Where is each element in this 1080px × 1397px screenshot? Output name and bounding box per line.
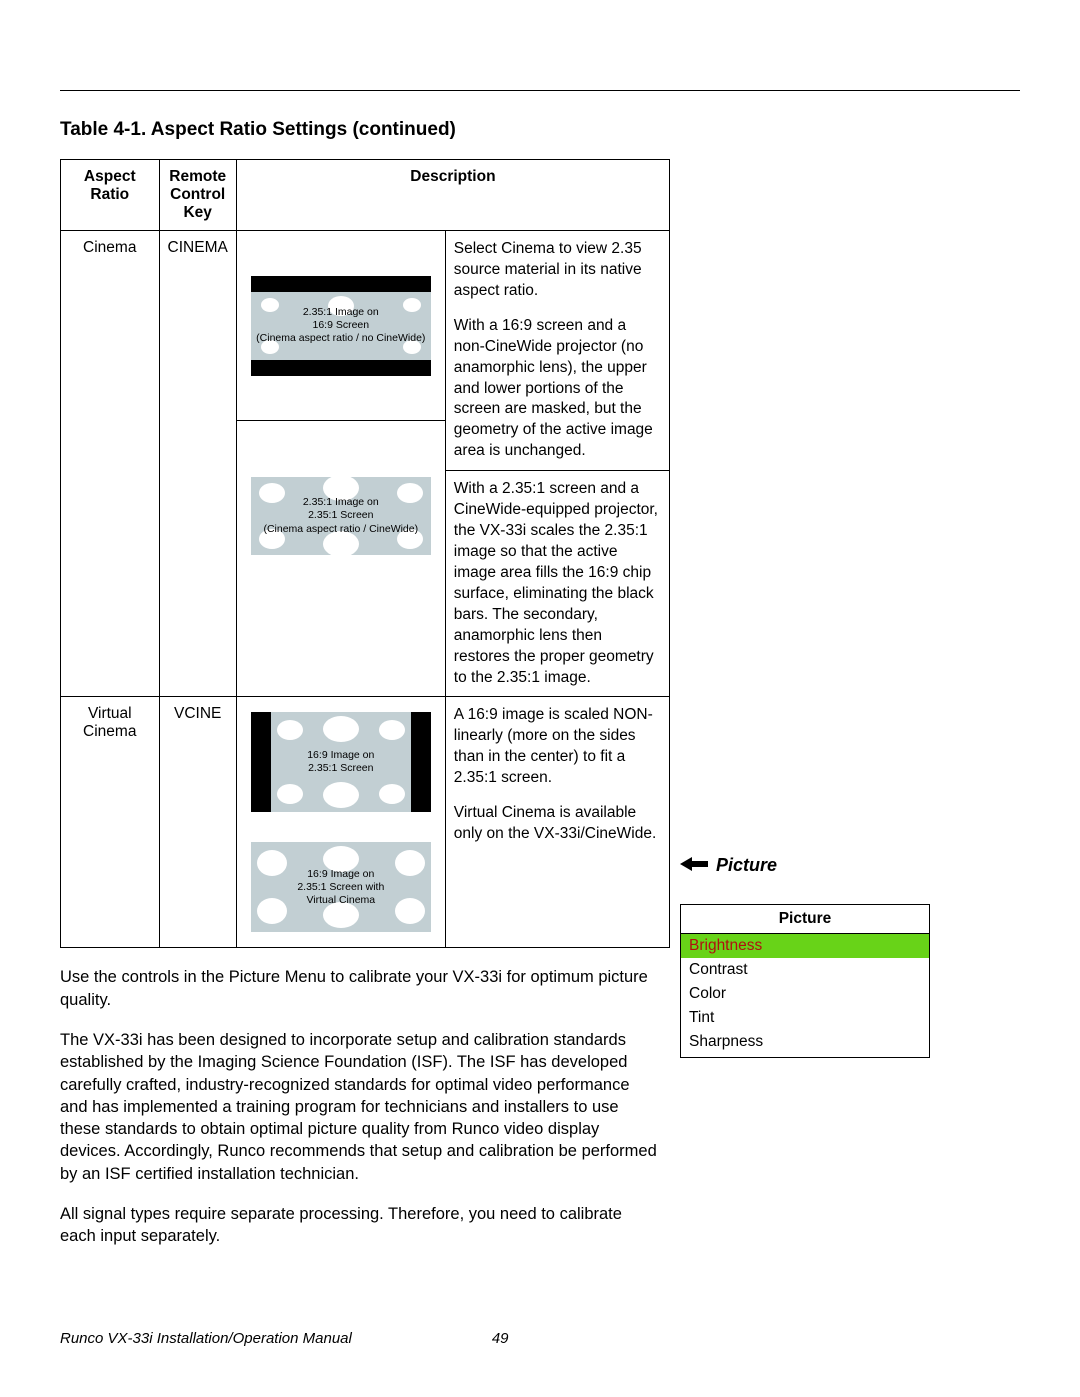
diagram-vcinema-pillar: 16:9 Image on 2.35:1 Screen: [251, 712, 431, 812]
cell-aspect: Cinema: [61, 231, 160, 697]
cell-description: A 16:9 image is scaled NON-linearly (mor…: [445, 697, 669, 948]
cell-key: CINEMA: [159, 231, 236, 697]
table-row: Cinema CINEMA: [61, 231, 670, 697]
footer-doc-title: Runco VX-33i Installation/Operation Manu…: [60, 1330, 352, 1347]
picture-item-contrast[interactable]: Contrast: [681, 958, 930, 982]
diagram-caption: 2.35:1 Image on 16:9 Screen (Cinema aspe…: [252, 304, 429, 347]
paragraph: All signal types require separate proces…: [60, 1203, 660, 1248]
cell-aspect: Virtual Cinema: [61, 697, 160, 948]
paragraph: Use the controls in the Picture Menu to …: [60, 966, 660, 1011]
cell-key: VCINE: [159, 697, 236, 948]
arrow-left-icon: [680, 855, 708, 876]
diagram-caption: 16:9 Image on 2.35:1 Screen: [303, 747, 378, 777]
picture-item-color[interactable]: Color: [681, 982, 930, 1006]
paragraph: The VX-33i has been designed to incorpor…: [60, 1029, 660, 1185]
col-header-aspect: Aspect Ratio: [61, 160, 160, 231]
diagram-cinema-235: 2.35:1 Image on 2.35:1 Screen (Cinema as…: [251, 477, 431, 555]
cell-diagram: 2.35:1 Image on 16:9 Screen (Cinema aspe…: [236, 231, 445, 697]
picture-header: Picture: [681, 905, 930, 934]
picture-item-sharpness[interactable]: Sharpness: [681, 1030, 930, 1058]
diagram-caption: 16:9 Image on 2.35:1 Screen with Virtual…: [293, 866, 388, 909]
col-header-desc: Description: [236, 160, 669, 231]
header-rule: [60, 90, 1020, 91]
picture-item-brightness[interactable]: Brightness: [681, 934, 930, 959]
table-title: Table 4-1. Aspect Ratio Settings (contin…: [60, 119, 1020, 141]
cell-description: Select Cinema to view 2.35 source materi…: [445, 231, 669, 697]
picture-menu-table: Picture Brightness Contrast Color Tint S…: [680, 904, 930, 1058]
section-label: Picture: [716, 855, 777, 876]
table-row: Virtual Cinema VCINE: [61, 697, 670, 948]
aspect-ratio-table: Aspect Ratio Remote Control Key Descript…: [60, 159, 670, 948]
diagram-caption: 2.35:1 Image on 2.35:1 Screen (Cinema as…: [259, 494, 422, 537]
footer-page-number: 49: [492, 1330, 509, 1347]
page-footer: Runco VX-33i Installation/Operation Manu…: [60, 1330, 1020, 1347]
cell-diagram: 16:9 Image on 2.35:1 Screen: [236, 697, 445, 948]
diagram-cinema-16x9: 2.35:1 Image on 16:9 Screen (Cinema aspe…: [251, 276, 431, 376]
picture-item-tint[interactable]: Tint: [681, 1006, 930, 1030]
section-picture-link[interactable]: Picture: [680, 855, 930, 876]
col-header-key: Remote Control Key: [159, 160, 236, 231]
diagram-vcinema-stretched: 16:9 Image on 2.35:1 Screen with Virtual…: [251, 842, 431, 932]
